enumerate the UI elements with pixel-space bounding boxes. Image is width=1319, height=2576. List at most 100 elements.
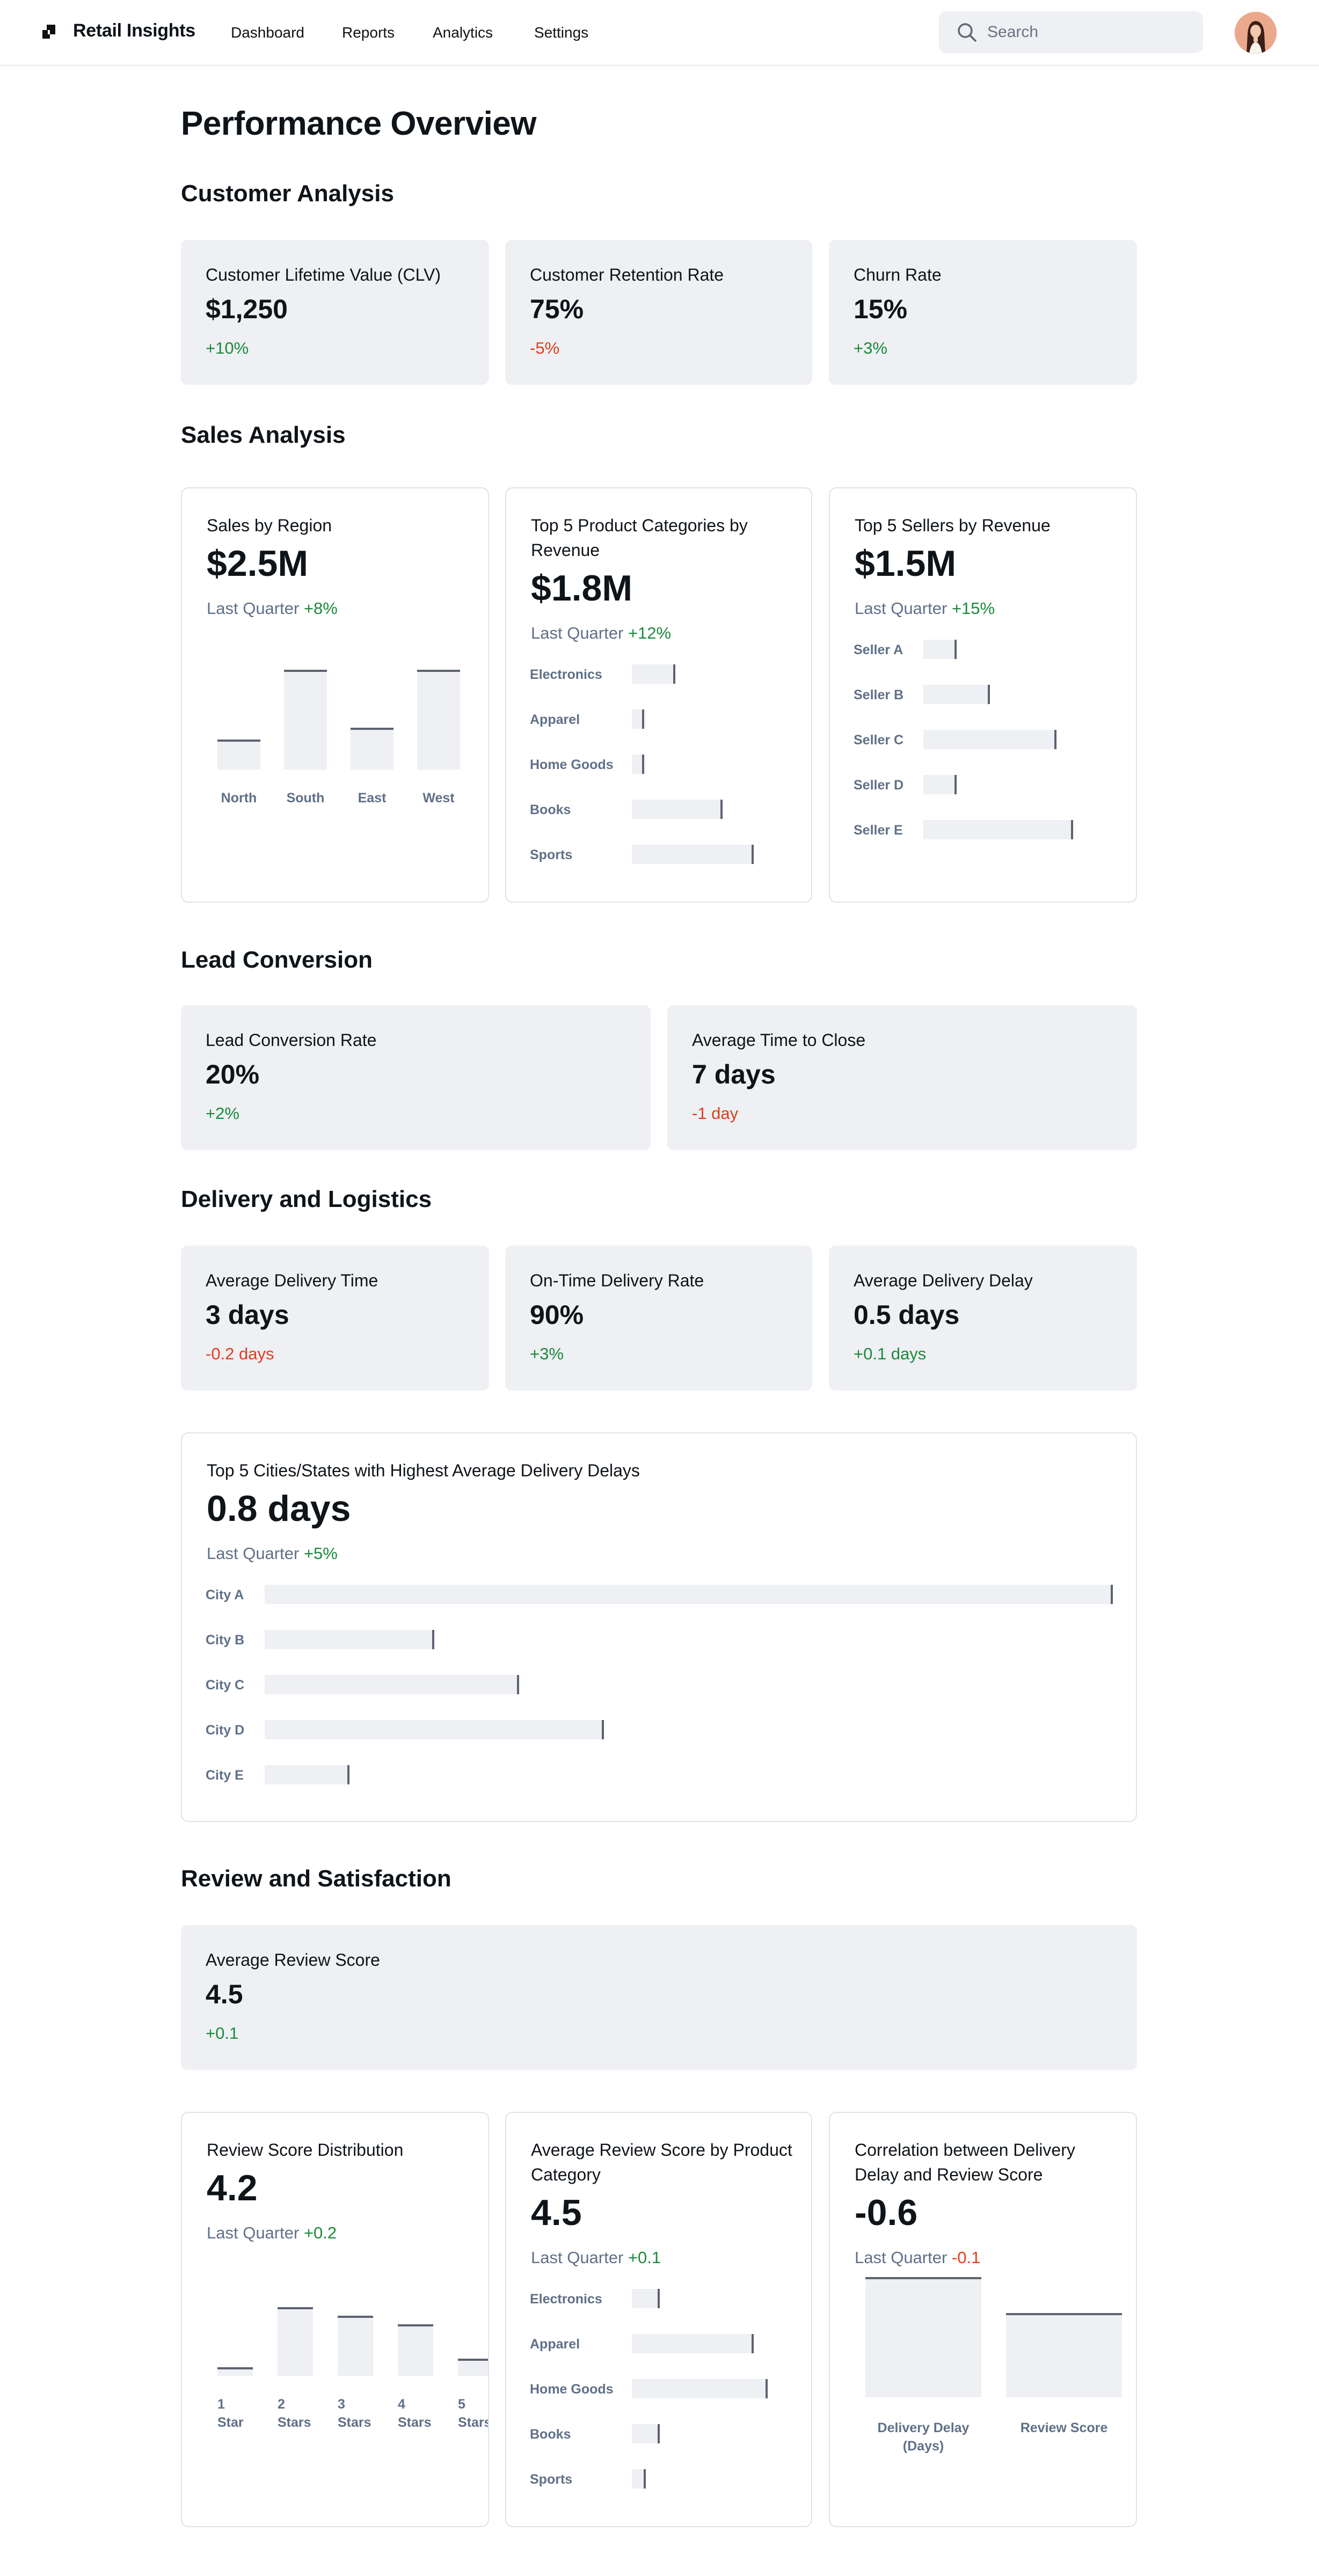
- y-tick-label: City B: [206, 1633, 245, 1648]
- search-box: [939, 11, 1203, 53]
- stat-card-churn-rate: Churn Rate 15% +3%: [829, 240, 1137, 385]
- bar-row-city-a: City A: [206, 1585, 1113, 1605]
- bar-seller-b: [923, 685, 990, 704]
- chart-change: +5%: [303, 1544, 338, 1563]
- bar-5-stars: [458, 2359, 488, 2376]
- stat-change: +3%: [530, 1344, 564, 1363]
- chart-value: $1.8M: [531, 568, 632, 609]
- stat-label: Average Review Score: [206, 1950, 380, 1970]
- stat-card-avg-review-score: Average Review Score 4.5 +0.1: [181, 1925, 1137, 2070]
- stat-card-on-time-delivery: On-Time Delivery Rate 90% +3%: [505, 1246, 812, 1391]
- section-title-review-satisfaction: Review and Satisfaction: [181, 1865, 451, 1892]
- bar-books: [632, 2424, 660, 2443]
- bar-row-books: Books: [530, 800, 756, 820]
- y-tick-label: Seller B: [854, 687, 904, 702]
- stat-change: -1 day: [692, 1104, 739, 1123]
- bar-home-goods: [632, 755, 644, 774]
- period-label: Last Quarter: [855, 2248, 948, 2267]
- bar-city-b: [265, 1630, 434, 1649]
- section-title-delivery-logistics: Delivery and Logistics: [181, 1186, 432, 1212]
- search-icon: [958, 23, 977, 42]
- x-tick-label: 5 Stars: [458, 2397, 489, 2430]
- chart-value: 4.5: [531, 2192, 582, 2233]
- chart-period: Last Quarter -0.1: [855, 2247, 980, 2268]
- y-tick-label: City D: [206, 1723, 245, 1738]
- y-tick-label: Books: [530, 802, 571, 817]
- chart-period: Last Quarter +12%: [531, 623, 671, 644]
- stat-label: On-Time Delivery Rate: [530, 1271, 704, 1290]
- chart-change: +0.1: [628, 2248, 661, 2267]
- bar-row-city-c: City C: [206, 1675, 1113, 1695]
- y-tick-label: City C: [206, 1678, 245, 1693]
- chart-change: +12%: [628, 624, 672, 642]
- bar-review-score: [1006, 2313, 1122, 2397]
- nav-analytics[interactable]: Analytics: [433, 23, 493, 43]
- chart-value: $2.5M: [207, 543, 308, 584]
- chart-value: -0.6: [855, 2192, 918, 2233]
- bar-track: [265, 1720, 1113, 1739]
- chart-title: Review Score Distribution: [207, 2140, 404, 2160]
- bar-track: [632, 2469, 770, 2489]
- y-tick-label: Books: [530, 2427, 571, 2442]
- chart-title: Correlation between Delivery Delay and R…: [855, 2140, 1075, 2184]
- chart-card-top-product-categories: Top 5 Product Categories by Revenue $1.8…: [505, 487, 812, 903]
- bar-1-star: [217, 2367, 253, 2376]
- stat-change: -5%: [530, 339, 560, 357]
- stat-change: +2%: [206, 1104, 239, 1123]
- bar-city-d: [265, 1720, 604, 1739]
- bar-row-electronics: Electronics: [530, 2289, 770, 2309]
- chart-title: Top 5 Cities/States with Highest Average…: [207, 1461, 640, 1480]
- chart-value: 0.8 days: [207, 1488, 351, 1529]
- x-tick-label: West: [422, 791, 455, 806]
- stat-label: Customer Lifetime Value (CLV): [206, 265, 441, 284]
- x-tick-label: 2 Stars: [278, 2397, 311, 2430]
- bar-apparel: [632, 709, 644, 729]
- section-title-lead-conversion: Lead Conversion: [181, 947, 373, 973]
- stat-card-avg-delivery-delay: Average Delivery Delay 0.5 days +0.1 day…: [829, 1246, 1137, 1391]
- bar-track: [632, 664, 756, 684]
- y-tick-label: Seller E: [854, 823, 903, 838]
- bar-row-sports: Sports: [530, 2469, 770, 2490]
- bar-electronics: [632, 664, 675, 684]
- bar-track: [265, 1765, 1113, 1784]
- bar-track: [923, 820, 1090, 839]
- stat-card-time-to-close: Average Time to Close 7 days -1 day: [667, 1005, 1137, 1150]
- brand-logo-icon: [42, 25, 55, 39]
- nav-reports[interactable]: Reports: [342, 23, 395, 43]
- y-tick-label: Seller A: [854, 642, 903, 657]
- bar-city-c: [265, 1675, 519, 1694]
- nav-dashboard[interactable]: Dashboard: [231, 23, 304, 43]
- section-title-customer-analysis: Customer Analysis: [181, 180, 394, 207]
- bar-row-apparel: Apparel: [530, 709, 756, 730]
- bar-2-stars: [278, 2307, 313, 2376]
- top-navigation-bar: Retail Insights Dashboard Reports Analyt…: [0, 0, 1319, 66]
- x-tick-label: 3 Stars: [338, 2397, 371, 2430]
- y-tick-label: Apparel: [530, 2337, 580, 2352]
- bar-row-home-goods: Home Goods: [530, 2379, 770, 2399]
- bar-row-seller-a: Seller A: [854, 640, 1090, 660]
- chart-card-delivery-delays-by-city: Top 5 Cities/States with Highest Average…: [181, 1432, 1137, 1822]
- chart-value: $1.5M: [855, 543, 956, 584]
- bar-4-stars: [398, 2324, 433, 2376]
- period-label: Last Quarter: [531, 2248, 624, 2267]
- bar-seller-e: [923, 820, 1073, 839]
- bar-track: [265, 1585, 1113, 1604]
- bar-east: [351, 728, 393, 770]
- brand-name[interactable]: Retail Insights: [73, 19, 195, 42]
- period-label: Last Quarter: [207, 2223, 300, 2242]
- chart-title: Average Review Score by Product Category: [531, 2140, 792, 2184]
- user-avatar[interactable]: [1235, 12, 1277, 54]
- chart-period: Last Quarter +15%: [855, 598, 995, 619]
- bar-north: [217, 740, 260, 770]
- search-input[interactable]: [987, 19, 1191, 46]
- stat-value: 3 days: [206, 1300, 289, 1330]
- stat-card-lead-conversion-rate: Lead Conversion Rate 20% +2%: [181, 1005, 651, 1150]
- y-tick-label: Electronics: [530, 2292, 602, 2307]
- stat-value: 15%: [854, 294, 908, 324]
- nav-settings[interactable]: Settings: [534, 23, 588, 43]
- bar-track: [632, 800, 756, 819]
- stat-change: +3%: [854, 339, 887, 357]
- stat-change: +10%: [206, 339, 249, 357]
- x-tick-label: 4 Stars: [398, 2397, 432, 2430]
- bar-row-sports: Sports: [530, 845, 756, 865]
